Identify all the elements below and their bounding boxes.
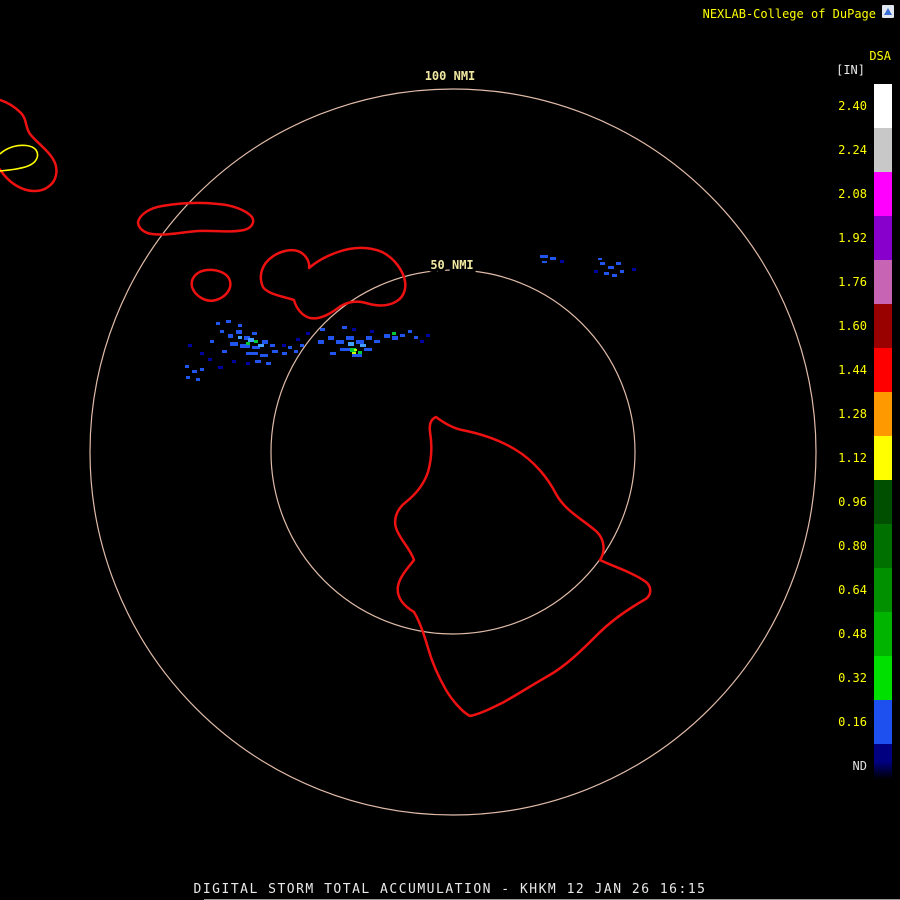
colorbar-row: 0.16	[829, 700, 893, 744]
colorbar-row: 1.60	[829, 304, 893, 348]
colorbar-tick-label: 0.80	[838, 539, 867, 553]
colorbar-tick-label: 0.64	[838, 583, 867, 597]
colorbar-tick-label: 0.96	[838, 495, 867, 509]
colorbar-tick-label: 1.92	[838, 231, 867, 245]
molokai-outline	[136, 201, 255, 236]
colorbar-swatch	[874, 216, 892, 260]
radar-map: 100 NMI 50 NMI	[0, 66, 817, 816]
colorbar-tick-label: 0.32	[838, 671, 867, 685]
lanai-outline	[190, 268, 232, 302]
colorbar-row: 0.32	[829, 656, 893, 700]
colorbar: 2.40 2.24 2.08 1.92 1.76 1.60 1.44 1.28 1.12 0.96…	[829, 84, 893, 788]
colorbar-swatch	[874, 480, 892, 524]
colorbar-tick-label: 1.76	[838, 275, 867, 289]
colorbar-swatch	[874, 128, 892, 172]
colorbar-tick-label: 0.16	[838, 715, 867, 729]
colorbar-row: 2.40	[829, 84, 893, 128]
colorbar-row: ND	[829, 744, 893, 788]
colorbar-tick-label: 1.12	[838, 451, 867, 465]
colorbar-swatch	[874, 84, 892, 128]
colorbar-tick-label: 1.28	[838, 407, 867, 421]
radar-image: 100 NMI 50 NMI NEXLAB-College of DuPage …	[0, 0, 900, 900]
colorbar-tick-label: ND	[852, 759, 867, 773]
colorbar-tick-label: 2.24	[838, 143, 867, 157]
colorbar-row: 1.12	[829, 436, 893, 480]
colorbar-swatch	[874, 700, 892, 744]
colorbar-row: 1.44	[829, 348, 893, 392]
colorbar-row: 2.08	[829, 172, 893, 216]
range-ring-100nmi	[89, 88, 817, 816]
colorbar-swatch	[874, 172, 892, 216]
range-ring-50nmi	[270, 269, 636, 635]
colorbar-swatch	[874, 436, 892, 480]
colorbar-row: 2.24	[829, 128, 893, 172]
colorbar-row: 1.92	[829, 216, 893, 260]
colorbar-swatch	[874, 304, 892, 348]
range-ring-50nmi-label: 50 NMI	[430, 258, 473, 272]
colorbar-tick-label: 1.60	[838, 319, 867, 333]
product-code-label: DSA	[869, 49, 891, 63]
colorbar-row: 0.64	[829, 568, 893, 612]
colorbar-row: 0.96	[829, 480, 893, 524]
colorbar-row: 0.48	[829, 612, 893, 656]
echo-blue-pixels	[185, 255, 624, 381]
colorbar-tick-label: 0.48	[838, 627, 867, 641]
color-scale: DSA [IN] 2.40 2.24 2.08 1.92 1.76 1.60 1.44 1.2…	[829, 49, 893, 788]
product-caption: DIGITAL STORM TOTAL ACCUMULATION - KHKM …	[193, 882, 707, 897]
colorbar-tick-label: 1.44	[838, 363, 867, 377]
colorbar-tick-label: 2.40	[838, 99, 867, 113]
colorbar-swatch	[874, 392, 892, 436]
colorbar-swatch	[874, 656, 892, 700]
oahu-outline	[0, 98, 58, 193]
colorbar-tick-label: 2.08	[838, 187, 867, 201]
colorbar-row: 0.80	[829, 524, 893, 568]
attribution-text: NEXLAB-College of DuPage	[702, 7, 876, 21]
colorbar-swatch	[874, 260, 892, 304]
big-island-outline	[393, 415, 652, 718]
colorbar-swatch	[874, 612, 892, 656]
colorbar-row: 1.76	[829, 260, 893, 304]
oahu-county-line	[0, 144, 39, 172]
units-label: [IN]	[836, 63, 865, 77]
colorbar-swatch	[874, 744, 892, 788]
range-ring-100nmi-label: 100 NMI	[425, 69, 476, 83]
colorbar-swatch	[874, 348, 892, 392]
colorbar-swatch	[874, 568, 892, 612]
colorbar-swatch	[874, 524, 892, 568]
site-logo-icon	[882, 5, 894, 18]
colorbar-row: 1.28	[829, 392, 893, 436]
